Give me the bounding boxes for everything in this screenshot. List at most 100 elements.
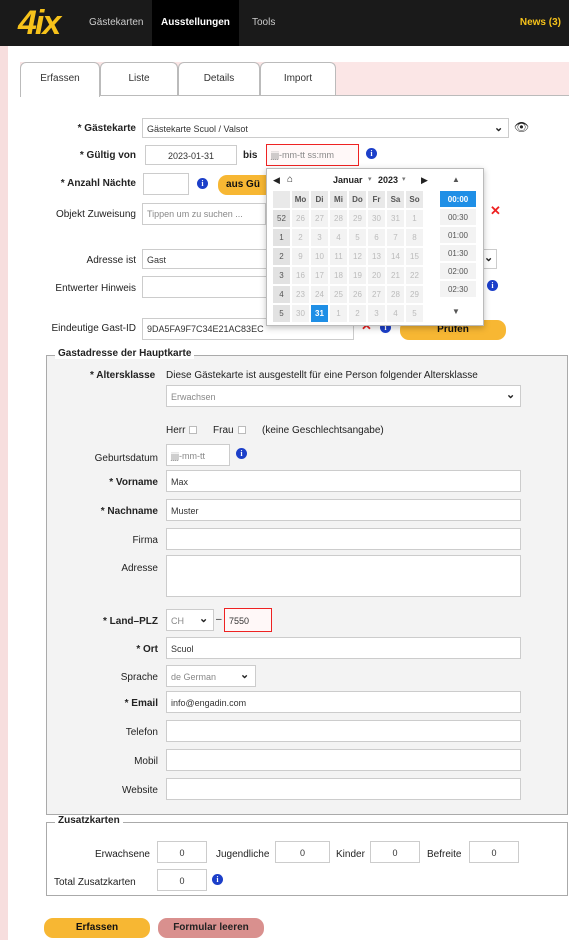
calendar-day[interactable]: 1 [330,305,347,322]
calendar-day[interactable]: 27 [311,210,328,227]
info-icon[interactable]: i [487,280,498,291]
objekt-input[interactable]: Tippen um zu suchen ... [142,203,266,225]
calendar-day[interactable]: 16 [292,267,309,284]
email-input[interactable]: info@engadin.com [166,691,521,713]
calendar-day[interactable]: 2 [349,305,366,322]
website-input[interactable] [166,778,521,800]
calendar-day[interactable]: 23 [292,286,309,303]
app-logo[interactable]: 4ix [18,4,61,42]
calendar-day[interactable]: 27 [368,286,385,303]
calendar-day-selected[interactable]: 31 [311,305,328,322]
calendar-day[interactable]: 6 [368,229,385,246]
calendar-day[interactable]: 30 [368,210,385,227]
adresse-textarea[interactable] [166,555,521,597]
tab-import[interactable]: Import [260,62,336,96]
time-option[interactable]: 00:30 [440,209,476,226]
info-icon[interactable]: i [212,874,223,885]
ort-input[interactable]: Scuol [166,637,521,659]
calendar-day[interactable]: 8 [406,229,423,246]
calendar-day[interactable]: 22 [406,267,423,284]
befreite-input[interactable]: 0 [469,841,519,863]
aus-gueltigkeit-button[interactable]: aus Gü [218,175,268,195]
plz-input[interactable]: 7550 [224,608,272,632]
info-icon[interactable]: i [197,178,208,189]
time-option[interactable]: 01:30 [440,245,476,262]
calendar-year[interactable]: 2023 [378,175,398,185]
info-icon[interactable]: i [236,448,247,459]
nav-tools[interactable]: Tools [243,0,284,46]
calendar-day[interactable]: 26 [349,286,366,303]
calendar-day[interactable]: 29 [349,210,366,227]
calendar-day[interactable]: 2 [292,229,309,246]
telefon-input[interactable] [166,720,521,742]
kinder-input[interactable]: 0 [370,841,420,863]
nav-gaestekarten[interactable]: Gästekarten [80,0,152,46]
gueltig-bis-input[interactable]: jjjj-mm-tt ss:mm [266,144,359,166]
calendar-day[interactable]: 18 [330,267,347,284]
frau-checkbox[interactable] [238,426,246,434]
calendar-month[interactable]: Januar [333,175,363,185]
mobil-label: Mobil [134,756,158,767]
formular-leeren-button[interactable]: Formular leeren [158,918,264,938]
naechte-input[interactable] [143,173,189,195]
time-option[interactable]: 02:30 [440,281,476,298]
next-month-icon[interactable]: ▶ [421,175,428,186]
time-option[interactable]: 01:00 [440,227,476,244]
nav-ausstellungen[interactable]: Ausstellungen [152,0,239,46]
tab-details[interactable]: Details [178,62,260,96]
altersklasse-select[interactable]: Erwachsen [166,385,521,407]
nachname-input[interactable]: Muster [166,499,521,521]
calendar-day[interactable]: 25 [330,286,347,303]
mobil-input[interactable] [166,749,521,771]
total-input[interactable]: 0 [157,869,207,891]
gaestekarte-select[interactable]: Gästekarte Scuol / Valsot [142,118,509,138]
calendar-day[interactable]: 21 [387,267,404,284]
calendar-day[interactable]: 10 [311,248,328,265]
close-icon[interactable]: ✕ [490,203,501,219]
herr-checkbox[interactable] [189,426,197,434]
chevron-down-icon[interactable]: ▼ [452,307,460,316]
vorname-input[interactable]: Max [166,470,521,492]
home-icon[interactable]: ⌂ [287,174,293,185]
chevron-up-icon[interactable]: ▲ [452,175,460,184]
jugendliche-input[interactable]: 0 [275,841,330,863]
news-link[interactable]: News (3) [520,0,561,46]
tab-erfassen[interactable]: Erfassen [20,62,100,97]
calendar-day[interactable]: 28 [387,286,404,303]
calendar-day[interactable]: 17 [311,267,328,284]
time-option[interactable]: 02:00 [440,263,476,280]
calendar-day[interactable]: 19 [349,267,366,284]
calendar-day[interactable]: 7 [387,229,404,246]
calendar-day[interactable]: 11 [330,248,347,265]
calendar-day[interactable]: 5 [406,305,423,322]
eye-icon[interactable]: 👁 [514,120,529,134]
calendar-day[interactable]: 9 [292,248,309,265]
calendar-day[interactable]: 14 [387,248,404,265]
calendar-day[interactable]: 30 [292,305,309,322]
time-option[interactable]: 00:00 [440,191,476,208]
geburtsdatum-input[interactable]: jjjj-mm-tt [166,444,230,466]
calendar-day[interactable]: 20 [368,267,385,284]
calendar-day[interactable]: 24 [311,286,328,303]
calendar-day[interactable]: 3 [311,229,328,246]
calendar-day[interactable]: 26 [292,210,309,227]
calendar-day[interactable]: 12 [349,248,366,265]
erwachsene-input[interactable]: 0 [157,841,207,863]
calendar-day[interactable]: 4 [387,305,404,322]
erfassen-button[interactable]: Erfassen [44,918,150,938]
calendar-day[interactable]: 4 [330,229,347,246]
calendar-day[interactable]: 3 [368,305,385,322]
info-icon[interactable]: i [366,148,377,159]
calendar-day[interactable]: 13 [368,248,385,265]
calendar-day[interactable]: 1 [406,210,423,227]
date-picker-popup[interactable]: ◀ ⌂ Januar ▾ 2023 ▾ ▶ ▲ Mo Di Mi Do Fr Sa So 52… [266,168,484,326]
calendar-day[interactable]: 28 [330,210,347,227]
tab-liste[interactable]: Liste [100,62,178,96]
firma-input[interactable] [166,528,521,550]
calendar-day[interactable]: 15 [406,248,423,265]
calendar-day[interactable]: 29 [406,286,423,303]
prev-month-icon[interactable]: ◀ [273,175,280,186]
gueltig-von-input[interactable]: 2023-01-31 [145,145,237,165]
calendar-day[interactable]: 31 [387,210,404,227]
calendar-day[interactable]: 5 [349,229,366,246]
